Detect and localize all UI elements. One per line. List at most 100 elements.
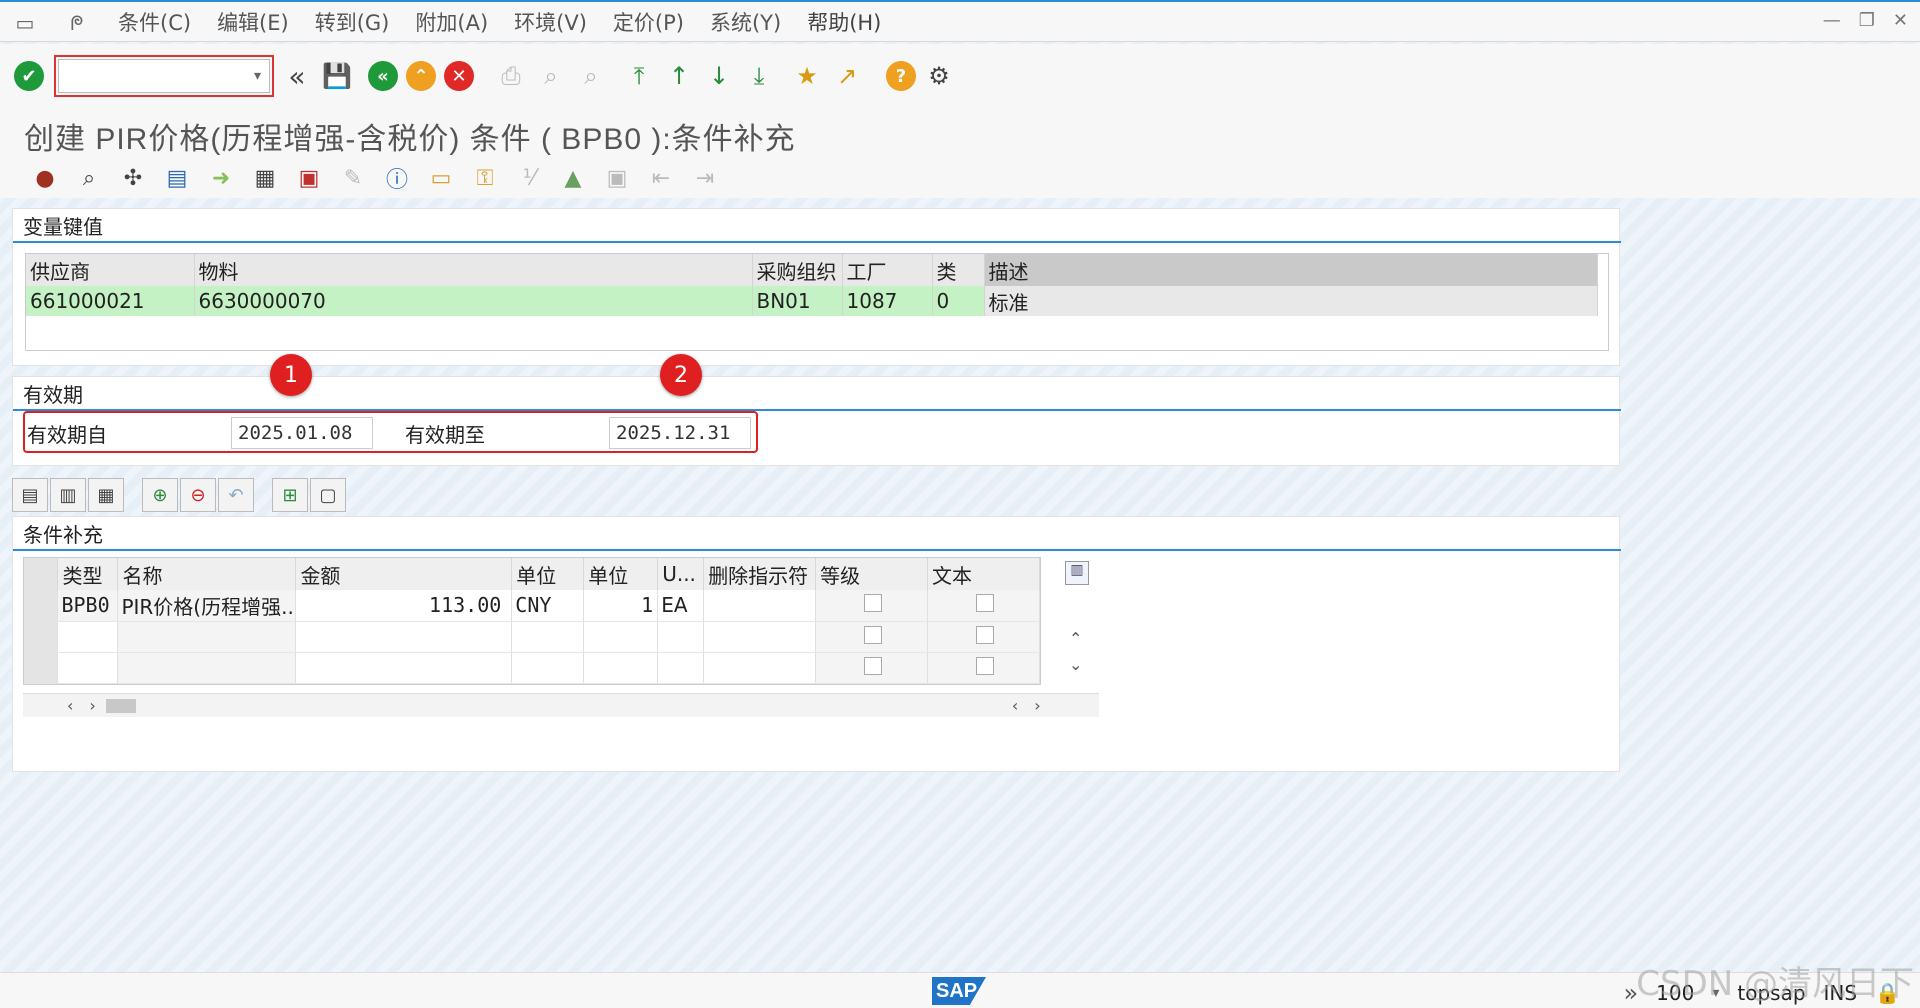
- row-selector[interactable]: [24, 621, 59, 653]
- table-settings-icon[interactable]: ▢: [310, 478, 346, 512]
- row-selector[interactable]: [24, 590, 59, 622]
- cell-per[interactable]: [583, 621, 659, 653]
- minimize-icon[interactable]: —: [1823, 10, 1841, 31]
- first-page-icon[interactable]: ⤒: [622, 59, 656, 93]
- cancel-icon[interactable]: ✕: [444, 61, 474, 91]
- delete-row-icon[interactable]: ⊖: [180, 478, 216, 512]
- command-input[interactable]: [67, 65, 237, 87]
- info-icon[interactable]: ⓘ: [380, 161, 414, 195]
- cell-currency[interactable]: [511, 652, 585, 684]
- scroll-right-icon[interactable]: ›: [89, 696, 95, 715]
- command-field[interactable]: ▾: [58, 59, 270, 93]
- puzzle-icon[interactable]: ✣: [116, 161, 150, 195]
- valid-to-field[interactable]: 2025.12.31: [609, 417, 751, 449]
- chevron-down-icon[interactable]: ▾: [254, 68, 261, 84]
- double-chevron-left-icon[interactable]: «: [280, 59, 314, 93]
- content-area: 变量键值 供应商 物料 采购组织 工厂 类 描述 661000021 66300…: [0, 200, 1920, 972]
- cell-amount[interactable]: 113.00: [295, 590, 513, 622]
- insert-row-icon[interactable]: ⊕: [142, 478, 178, 512]
- edit-doc-icon[interactable]: ✎: [336, 161, 370, 195]
- scale-checkbox[interactable]: [864, 656, 883, 675]
- table-buttons: ▤ ▥ ▦ ⊕ ⊖ ↶ ⊞ ▢: [12, 478, 346, 512]
- scroll-thumb[interactable]: [105, 698, 136, 713]
- text-checkbox[interactable]: [976, 656, 994, 675]
- help-icon[interactable]: ?: [886, 61, 916, 91]
- column-config-icon[interactable]: ▥: [1065, 561, 1089, 585]
- scroll-left-icon[interactable]: ‹: [67, 696, 73, 715]
- cell-purch-org: BN01: [752, 286, 843, 316]
- row-selector-header[interactable]: [24, 558, 59, 590]
- scroll-down-icon[interactable]: ⌄: [1069, 655, 1082, 674]
- undo-icon[interactable]: ↶: [218, 478, 254, 512]
- cell-uom[interactable]: EA: [657, 590, 705, 622]
- find-next-icon[interactable]: ⌕: [574, 59, 608, 93]
- back-icon[interactable]: «: [368, 61, 398, 91]
- save-icon[interactable]: 💾: [320, 59, 354, 93]
- previous-page-icon[interactable]: ↑: [662, 59, 696, 93]
- select-block-icon[interactable]: ▥: [50, 478, 86, 512]
- condition-search-icon[interactable]: ⌕: [72, 161, 106, 195]
- text-checkbox[interactable]: [976, 625, 994, 644]
- cell-per[interactable]: 1: [583, 590, 659, 622]
- scale-checkbox[interactable]: [864, 594, 883, 613]
- horizontal-scrollbar[interactable]: ‹ › ‹ ›: [23, 693, 1099, 717]
- cell-vendor: 661000021: [26, 286, 195, 316]
- cell-deletion-flag[interactable]: [703, 652, 817, 684]
- cell-amount[interactable]: [295, 652, 513, 684]
- window-menu-icon[interactable]: ▭: [10, 11, 40, 35]
- hat-icon[interactable]: ●: [28, 161, 62, 195]
- cell-amount[interactable]: [295, 621, 513, 653]
- menu-help[interactable]: 帮助(H): [807, 7, 881, 37]
- row-selector[interactable]: [24, 652, 59, 684]
- deselect-all-icon[interactable]: ▦: [88, 478, 124, 512]
- scroll-right-end-icon[interactable]: ›: [1034, 696, 1040, 715]
- menu-system[interactable]: 系统(Y): [710, 7, 781, 37]
- layout-icon[interactable]: ᖘ: [62, 11, 92, 35]
- folder-icon[interactable]: ▭: [424, 161, 458, 195]
- cell-uom[interactable]: [657, 652, 705, 684]
- scale-checkbox[interactable]: [864, 625, 883, 644]
- detail-icon[interactable]: ⊞: [272, 478, 308, 512]
- cell-type[interactable]: [57, 621, 119, 653]
- cell-currency[interactable]: [511, 621, 585, 653]
- landscape-icon[interactable]: ▲: [556, 161, 590, 195]
- page-title: 创建 PIR价格(历程增强-含税价) 条件 ( BPB0 ):条件补充: [24, 123, 796, 156]
- settings-gear-icon[interactable]: ⚙: [922, 59, 956, 93]
- scroll-left-end-icon[interactable]: ‹: [1012, 696, 1018, 715]
- gift-icon[interactable]: ▣: [292, 161, 326, 195]
- enter-check-icon[interactable]: ✔: [14, 61, 44, 91]
- print-icon[interactable]: ⎙: [494, 59, 528, 93]
- cell-currency[interactable]: CNY: [511, 590, 585, 622]
- formula-icon[interactable]: ⅟: [512, 161, 546, 195]
- menu-pricing[interactable]: 定价(P): [613, 7, 684, 37]
- select-all-icon[interactable]: ▤: [12, 478, 48, 512]
- forward-doc-icon[interactable]: ⇥: [688, 161, 722, 195]
- exit-icon[interactable]: ⌃: [406, 61, 436, 91]
- find-icon[interactable]: ⌕: [534, 59, 568, 93]
- menu-goto[interactable]: 转到(G): [315, 7, 390, 37]
- clipboard-icon[interactable]: ▣: [600, 161, 634, 195]
- text-checkbox[interactable]: [976, 594, 994, 613]
- next-page-icon[interactable]: ↓: [702, 59, 736, 93]
- menu-edit[interactable]: 编辑(E): [217, 7, 289, 37]
- menu-condition[interactable]: 条件(C): [118, 7, 191, 37]
- cell-deletion-flag[interactable]: [703, 590, 817, 622]
- cell-per[interactable]: [583, 652, 659, 684]
- menu-extras[interactable]: 附加(A): [415, 7, 488, 37]
- valid-from-field[interactable]: 2025.01.08: [231, 417, 373, 449]
- new-session-icon[interactable]: ★: [790, 59, 824, 93]
- shortcut-icon[interactable]: ↗: [830, 59, 864, 93]
- restore-icon[interactable]: ❐: [1859, 10, 1875, 31]
- transfer-icon[interactable]: ➜: [204, 161, 238, 195]
- last-page-icon[interactable]: ⤓: [742, 59, 776, 93]
- cell-deletion-flag[interactable]: [703, 621, 817, 653]
- scroll-up-icon[interactable]: ⌃: [1069, 629, 1082, 648]
- calendar-icon[interactable]: ▦: [248, 161, 282, 195]
- copy-records-icon[interactable]: ▤: [160, 161, 194, 195]
- cell-uom[interactable]: [657, 621, 705, 653]
- close-window-icon[interactable]: ✕: [1893, 10, 1908, 31]
- back-doc-icon[interactable]: ⇤: [644, 161, 678, 195]
- cell-type[interactable]: [57, 652, 119, 684]
- key-icon[interactable]: ⚿: [468, 161, 502, 195]
- menu-environment[interactable]: 环境(V): [514, 7, 587, 37]
